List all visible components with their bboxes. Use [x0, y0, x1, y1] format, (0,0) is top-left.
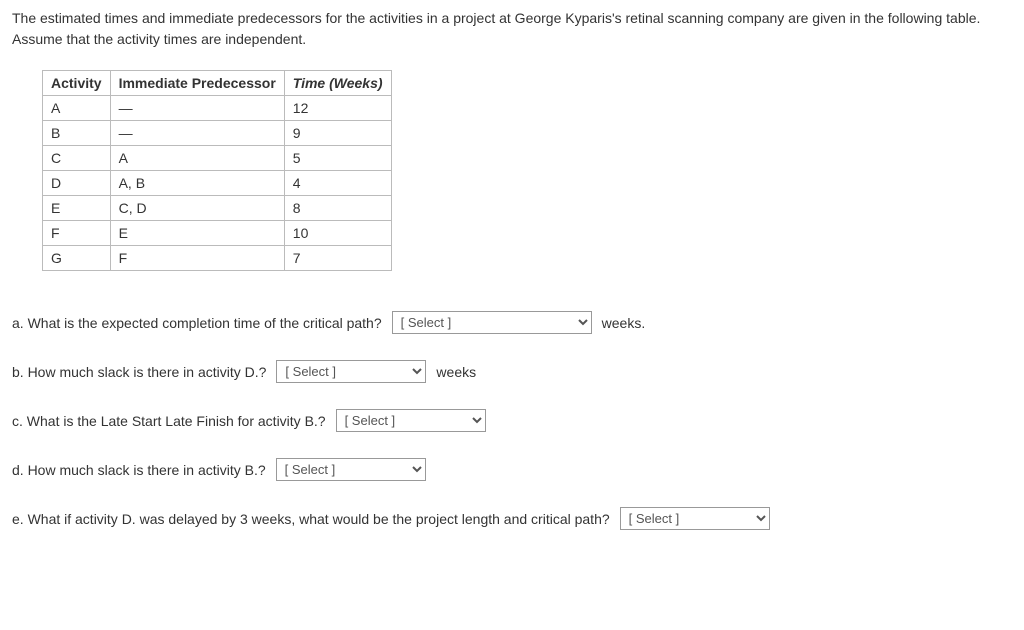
question-a: a. What is the expected completion time …: [12, 311, 1012, 334]
question-d-select[interactable]: [ Select ]: [276, 458, 426, 481]
question-c-text: c. What is the Late Start Late Finish fo…: [12, 413, 326, 429]
cell-predecessor: F: [110, 246, 284, 271]
question-a-select[interactable]: [ Select ]: [392, 311, 592, 334]
col-activity-header: Activity: [43, 71, 111, 96]
cell-activity: F: [43, 221, 111, 246]
table-row: C A 5: [43, 146, 392, 171]
cell-time: 7: [284, 246, 391, 271]
question-e-text: e. What if activity D. was delayed by 3 …: [12, 511, 610, 527]
intro-text: The estimated times and immediate predec…: [12, 8, 1012, 50]
table-row: E C, D 8: [43, 196, 392, 221]
cell-activity: C: [43, 146, 111, 171]
cell-time: 4: [284, 171, 391, 196]
question-d: d. How much slack is there in activity B…: [12, 458, 1012, 481]
table-row: F E 10: [43, 221, 392, 246]
col-time-header: Time (Weeks): [284, 71, 391, 96]
question-e: e. What if activity D. was delayed by 3 …: [12, 507, 1012, 530]
cell-activity: D: [43, 171, 111, 196]
cell-predecessor: A: [110, 146, 284, 171]
cell-predecessor: C, D: [110, 196, 284, 221]
cell-activity: E: [43, 196, 111, 221]
question-c-select[interactable]: [ Select ]: [336, 409, 486, 432]
cell-time: 8: [284, 196, 391, 221]
question-c: c. What is the Late Start Late Finish fo…: [12, 409, 1012, 432]
cell-time: 9: [284, 121, 391, 146]
table-row: D A, B 4: [43, 171, 392, 196]
question-b-select[interactable]: [ Select ]: [276, 360, 426, 383]
question-d-text: d. How much slack is there in activity B…: [12, 462, 266, 478]
cell-activity: B: [43, 121, 111, 146]
cell-predecessor: —: [110, 121, 284, 146]
question-b-text: b. How much slack is there in activity D…: [12, 364, 266, 380]
table-row: B — 9: [43, 121, 392, 146]
cell-predecessor: E: [110, 221, 284, 246]
table-row: A — 12: [43, 96, 392, 121]
cell-predecessor: —: [110, 96, 284, 121]
question-b: b. How much slack is there in activity D…: [12, 360, 1012, 383]
question-b-suffix: weeks: [436, 364, 476, 380]
activities-table: Activity Immediate Predecessor Time (Wee…: [42, 70, 392, 271]
col-predecessor-header: Immediate Predecessor: [110, 71, 284, 96]
question-a-suffix: weeks.: [602, 315, 646, 331]
table-row: G F 7: [43, 246, 392, 271]
question-e-select[interactable]: [ Select ]: [620, 507, 770, 530]
cell-activity: G: [43, 246, 111, 271]
cell-time: 12: [284, 96, 391, 121]
cell-predecessor: A, B: [110, 171, 284, 196]
cell-time: 5: [284, 146, 391, 171]
cell-time: 10: [284, 221, 391, 246]
cell-activity: A: [43, 96, 111, 121]
question-a-text: a. What is the expected completion time …: [12, 315, 382, 331]
